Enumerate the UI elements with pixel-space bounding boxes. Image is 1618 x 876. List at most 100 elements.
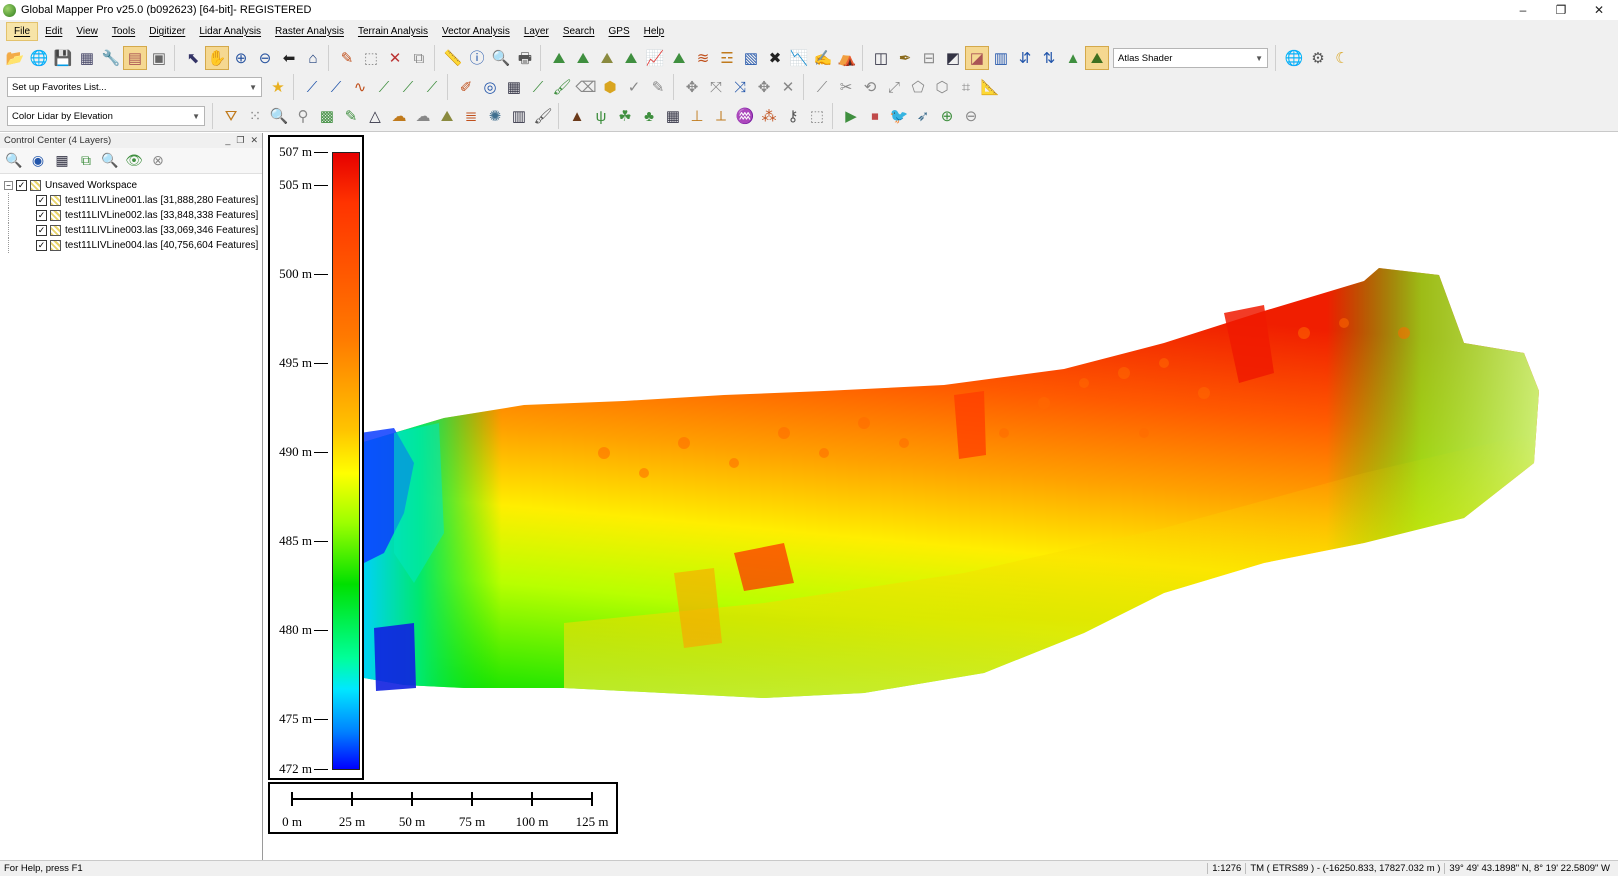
- save-icon[interactable]: 💾: [51, 46, 75, 70]
- menu-tools[interactable]: Tools: [105, 23, 142, 40]
- edit-vertex-icon[interactable]: ✎: [646, 75, 670, 99]
- remove-layer-icon[interactable]: ⊖: [959, 104, 983, 128]
- visibility-icon[interactable]: 👁: [124, 151, 144, 171]
- menu-digitizer[interactable]: Digitizer: [142, 23, 192, 40]
- grass-icon[interactable]: ψ: [589, 104, 613, 128]
- layer-row[interactable]: ✓ test11LIVLine004.las [40,756,604 Featu…: [4, 238, 262, 253]
- collapse-icon[interactable]: −: [4, 181, 13, 190]
- restore-button[interactable]: ❐: [1542, 0, 1580, 20]
- view-shed-icon[interactable]: ⛰: [667, 46, 691, 70]
- contour-icon[interactable]: ≋: [691, 46, 715, 70]
- layer-options-icon[interactable]: ⧉: [76, 151, 96, 171]
- water-icon[interactable]: ♒: [733, 104, 757, 128]
- path-icon[interactable]: ➶: [911, 104, 935, 128]
- tree-icon[interactable]: ♣: [637, 104, 661, 128]
- triangle-icon[interactable]: △: [363, 104, 387, 128]
- layer-row[interactable]: ✓ test11LIVLine003.las [33,069,346 Featu…: [4, 223, 262, 238]
- split-line-icon[interactable]: ⟋: [810, 75, 834, 99]
- lidar-point-cloud[interactable]: [264, 133, 1618, 860]
- sun-moon-icon[interactable]: ☾: [1330, 46, 1354, 70]
- graph-icon[interactable]: 📉: [787, 46, 811, 70]
- target-icon[interactable]: ◎: [478, 75, 502, 99]
- menu-lidar-analysis[interactable]: Lidar Analysis: [192, 23, 268, 40]
- explode-icon[interactable]: ✺: [483, 104, 507, 128]
- menu-help[interactable]: Help: [637, 23, 672, 40]
- layer-row[interactable]: ✓ test11LIVLine002.las [33,848,338 Featu…: [4, 208, 262, 223]
- info-icon[interactable]: ⓘ: [465, 46, 489, 70]
- grid-lidar-icon[interactable]: ▩: [315, 104, 339, 128]
- elev-grid-icon[interactable]: ⇅: [1037, 46, 1061, 70]
- building-icon[interactable]: ▥: [507, 104, 531, 128]
- check-icon[interactable]: ✓: [622, 75, 646, 99]
- globe-icon[interactable]: 🌐: [27, 46, 51, 70]
- histogram-icon[interactable]: ▥: [989, 46, 1013, 70]
- workspace-checkbox[interactable]: ✓: [16, 180, 27, 191]
- add-layer-icon[interactable]: ⊕: [935, 104, 959, 128]
- filter-icon[interactable]: ⛛: [219, 104, 243, 128]
- draw-point-icon[interactable]: ⟋: [396, 75, 420, 99]
- draw-curve-icon[interactable]: ∿: [348, 75, 372, 99]
- stop-icon[interactable]: ⏹: [863, 104, 887, 128]
- settings-gear-icon[interactable]: ⚙: [1306, 46, 1330, 70]
- favorites-select[interactable]: Set up Favorites List... ▼: [7, 77, 262, 97]
- find-icon[interactable]: 🔍: [489, 46, 513, 70]
- panel-close-icon[interactable]: ✕: [250, 135, 258, 146]
- menu-view[interactable]: View: [69, 23, 105, 40]
- insert-vertex-icon[interactable]: ⤧: [704, 75, 728, 99]
- open-folder-icon[interactable]: 📂: [3, 46, 27, 70]
- zoom-out-icon[interactable]: ⊖: [253, 46, 277, 70]
- tower-icon[interactable]: ⟂: [709, 104, 733, 128]
- terrain-2-icon[interactable]: ⛰: [571, 46, 595, 70]
- watershed-icon[interactable]: ☲: [715, 46, 739, 70]
- layer-checkbox[interactable]: ✓: [36, 195, 47, 206]
- image-icon[interactable]: ▧: [739, 46, 763, 70]
- copy-icon[interactable]: ⧉: [407, 46, 431, 70]
- noise-icon[interactable]: ⁂: [757, 104, 781, 128]
- workspace-row[interactable]: − ✓ Unsaved Workspace: [4, 178, 262, 193]
- menu-layer[interactable]: Layer: [517, 23, 556, 40]
- attribute-table-icon[interactable]: ▦: [52, 151, 72, 171]
- eraser-icon[interactable]: ⌫: [574, 75, 598, 99]
- close-layers-icon[interactable]: ⊗: [148, 151, 168, 171]
- play-icon[interactable]: ▶: [839, 104, 863, 128]
- points-grid-icon[interactable]: ⁙: [243, 104, 267, 128]
- menu-file[interactable]: File: [6, 21, 39, 41]
- draw-area-icon[interactable]: ⟋: [372, 75, 396, 99]
- edit-lidar-icon[interactable]: ✎: [339, 104, 363, 128]
- terrain-4-icon[interactable]: ⛰: [619, 46, 643, 70]
- select-icon[interactable]: ⬉: [181, 46, 205, 70]
- search-lidar-icon[interactable]: 🔍: [267, 104, 291, 128]
- search-layer-icon[interactable]: 🔍: [100, 151, 120, 171]
- layout-icon[interactable]: ◫: [869, 46, 893, 70]
- extent-icon[interactable]: ⬚: [805, 104, 829, 128]
- wrench-icon[interactable]: 🔧: [99, 46, 123, 70]
- brush-icon[interactable]: 🖌: [550, 75, 574, 99]
- pan-hand-icon[interactable]: ✋: [205, 46, 229, 70]
- ground-icon[interactable]: ▲: [565, 104, 589, 128]
- cube-3d-icon[interactable]: ◩: [941, 46, 965, 70]
- classify-icon[interactable]: ⚲: [291, 104, 315, 128]
- layers-icon[interactable]: ≣: [459, 104, 483, 128]
- terrain-icon[interactable]: ⛰: [547, 46, 571, 70]
- shader-toggle-icon[interactable]: ◪: [965, 46, 989, 70]
- star-icon[interactable]: ★: [266, 75, 290, 99]
- terrain-3-icon[interactable]: ⛰: [595, 46, 619, 70]
- back-arrow-icon[interactable]: ⬅: [277, 46, 301, 70]
- cloud-2-icon[interactable]: ☁: [411, 104, 435, 128]
- cloud-icon[interactable]: ☁: [387, 104, 411, 128]
- layer-checkbox[interactable]: ✓: [36, 240, 47, 251]
- delete-icon[interactable]: ✕: [383, 46, 407, 70]
- ruler-measure-icon[interactable]: 📐: [978, 75, 1002, 99]
- fly-icon[interactable]: 🐦: [887, 104, 911, 128]
- delete-vertex-icon[interactable]: ✕: [776, 75, 800, 99]
- lidar-bars-icon[interactable]: ▲: [1061, 46, 1085, 70]
- layer-checkbox[interactable]: ✓: [36, 225, 47, 236]
- split-icon[interactable]: ⊟: [917, 46, 941, 70]
- move-feature-icon[interactable]: ✥: [752, 75, 776, 99]
- layer-checkbox[interactable]: ✓: [36, 210, 47, 221]
- feather-icon[interactable]: ✒: [893, 46, 917, 70]
- bush-icon[interactable]: ☘: [613, 104, 637, 128]
- online-globe-icon[interactable]: 🌐: [1282, 46, 1306, 70]
- home-icon[interactable]: ⌂: [301, 46, 325, 70]
- profile-icon[interactable]: 📈: [643, 46, 667, 70]
